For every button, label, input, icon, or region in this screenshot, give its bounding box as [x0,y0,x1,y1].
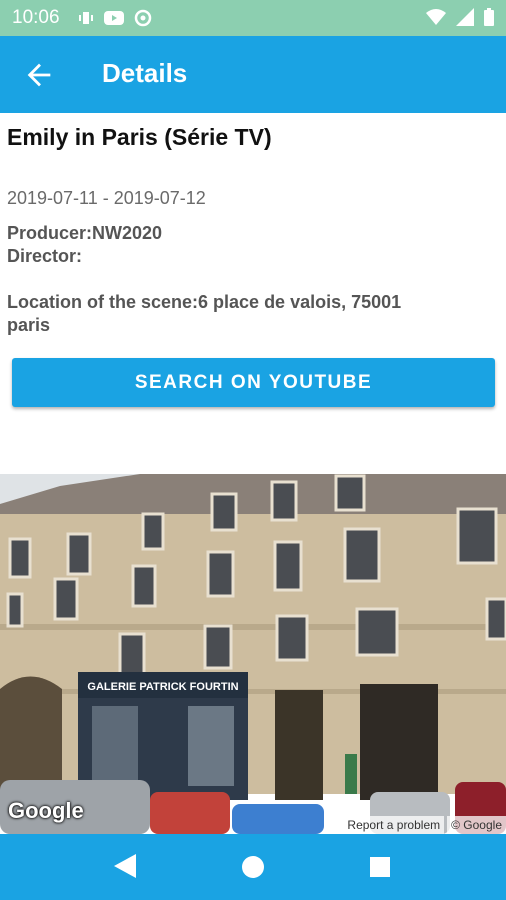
back-arrow-icon[interactable] [22,58,56,92]
battery-icon [484,8,494,26]
wifi-icon [426,9,446,25]
nav-back-icon[interactable] [114,854,136,878]
google-logo: Google [8,798,84,823]
system-icons [426,8,494,26]
producer-label: Producer:NW2020 [7,223,163,243]
status-bar: 10:06 [0,0,506,36]
app-notification-icon [134,9,152,27]
signal-icon [456,8,474,26]
storefront-sign: GALERIE PATRICK FOURTIN [87,681,238,693]
nav-recents-icon[interactable] [370,857,390,877]
app-bar: Details [0,36,506,113]
street-view-image[interactable]: GALERIE PATRICK FOURTIN Google Report a … [0,474,506,834]
page-title: Details [102,58,188,88]
status-time: 10:06 [12,7,60,28]
navigation-bar [0,834,506,900]
director-label: Director: [7,246,83,266]
shooting-dates: 2019-07-11 - 2019-07-12 [7,188,206,208]
map-attribution: Report a problem © Google [340,816,506,834]
building-facade-image: GALERIE PATRICK FOURTIN [0,474,506,834]
scene-location: Location of the scene:6 place de valois,… [7,292,402,335]
youtube-icon [104,11,124,25]
report-problem-link[interactable]: Report a problem [343,816,445,834]
vibrate-icon [79,12,93,24]
google-copyright: © Google [447,816,506,834]
search-youtube-button[interactable]: SEARCH ON YOUTUBE [12,358,495,407]
notification-icons [78,9,152,27]
nav-home-icon[interactable] [242,856,264,878]
show-title: Emily in Paris (Série TV) [7,124,272,150]
